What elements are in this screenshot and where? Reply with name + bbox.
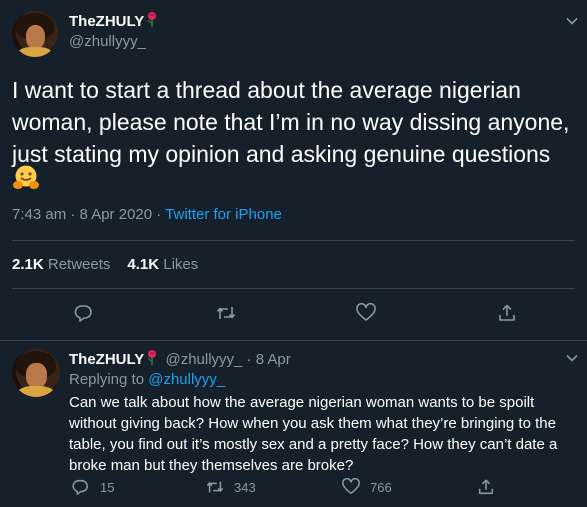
display-name[interactable]: TheZHULY — [69, 13, 144, 30]
retweet-button[interactable] — [215, 303, 237, 323]
divider — [12, 288, 575, 289]
reply-icon — [71, 478, 89, 496]
tweet-timestamp: 7:43 am · 8 Apr 2020 · Twitter for iPhon… — [12, 206, 282, 223]
author-name[interactable]: TheZHULY — [69, 11, 157, 32]
author-handle[interactable]: @zhullyyy_ — [69, 33, 146, 50]
tweet-source[interactable]: Twitter for iPhone — [165, 206, 282, 223]
like-button[interactable]: 766 — [341, 478, 392, 496]
share-icon — [477, 478, 495, 496]
avatar[interactable] — [12, 349, 60, 397]
reply-text: Can we talk about how the average nigeri… — [69, 394, 558, 474]
reply-header: TheZHULY @zhullyyy_ · 8 Apr — [69, 349, 291, 369]
reply-count: 15 — [100, 479, 115, 495]
like-icon — [355, 303, 377, 323]
retweet-icon — [215, 303, 237, 323]
share-icon — [497, 303, 517, 323]
reply-button[interactable]: 15 — [71, 478, 114, 496]
retweet-count: 343 — [234, 479, 256, 495]
reply-button[interactable] — [73, 303, 93, 323]
rose-icon — [147, 11, 157, 32]
thread-divider — [0, 340, 587, 341]
divider — [12, 240, 575, 241]
like-count: 766 — [370, 479, 392, 495]
like-icon — [341, 478, 361, 496]
retweet-button[interactable]: 343 — [205, 478, 256, 496]
tweet-stats: 2.1K Retweets 4.1K Likes — [12, 256, 198, 273]
likes-stat[interactable]: 4.1K Likes — [127, 256, 198, 273]
retweets-stat[interactable]: 2.1K Retweets — [12, 256, 110, 273]
display-name[interactable]: TheZHULY — [69, 351, 144, 368]
rose-icon — [147, 349, 157, 369]
retweet-icon — [205, 478, 225, 496]
handle-and-date[interactable]: @zhullyyy_ · 8 Apr — [165, 351, 290, 368]
chevron-down-icon[interactable] — [565, 14, 579, 28]
replying-to: Replying to @zhullyyy_ — [69, 371, 226, 388]
share-button[interactable] — [477, 478, 495, 496]
share-button[interactable] — [497, 303, 517, 323]
tweet-text: I want to start a thread about the avera… — [12, 77, 570, 167]
tweet-time[interactable]: 7:43 am · 8 Apr 2020 · — [12, 206, 165, 223]
like-button[interactable] — [355, 303, 377, 323]
hugging-face-emoji — [12, 164, 40, 192]
mention-link[interactable]: @zhullyyy_ — [148, 371, 225, 388]
reply-icon — [73, 303, 93, 323]
chevron-down-icon[interactable] — [565, 351, 579, 365]
main-tweet: TheZHULY @zhullyyy_ I want to start a th… — [0, 0, 587, 341]
avatar[interactable] — [12, 11, 58, 57]
